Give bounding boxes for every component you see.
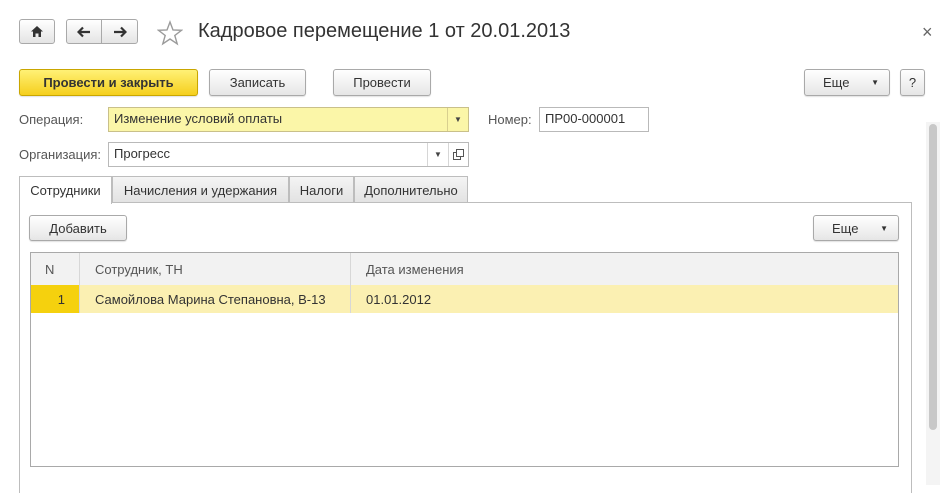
organization-open-button[interactable] (448, 143, 468, 166)
organization-label: Организация: (19, 147, 102, 162)
organization-value: Прогресс (114, 146, 171, 161)
column-header-employee[interactable]: Сотрудник, ТН (79, 253, 350, 285)
star-icon (156, 20, 184, 46)
chevron-down-icon: ▼ (434, 150, 442, 159)
arrow-left-icon (77, 26, 90, 37)
column-header-date[interactable]: Дата изменения (350, 253, 898, 285)
table-row[interactable]: 1 Самойлова Марина Степановна, В-13 01.0… (31, 285, 898, 313)
operation-label: Операция: (19, 112, 84, 127)
table-header: N Сотрудник, ТН Дата изменения (31, 253, 898, 286)
number-field[interactable]: ПР00-000001 (539, 107, 649, 132)
tab-accruals[interactable]: Начисления и удержания (112, 176, 289, 203)
page-title: Кадровое перемещение 1 от 20.01.2013 (198, 20, 571, 42)
column-divider (79, 253, 80, 313)
home-button[interactable] (19, 19, 55, 44)
number-label: Номер: (488, 112, 532, 127)
tab-employees[interactable]: Сотрудники (19, 176, 112, 204)
tab-taxes[interactable]: Налоги (289, 176, 354, 203)
post-and-close-button[interactable]: Провести и закрыть (19, 69, 198, 96)
organization-field[interactable]: Прогресс ▼ (108, 142, 469, 167)
row-number: 1 (31, 285, 79, 313)
open-window-icon (453, 149, 464, 160)
chevron-down-icon: ▼ (880, 224, 888, 233)
scrollbar-thumb[interactable] (929, 124, 937, 430)
organization-dropdown-button[interactable]: ▼ (427, 143, 448, 166)
more-menu-button[interactable]: Еще ▼ (804, 69, 890, 96)
more-menu-label: Еще (823, 75, 850, 90)
post-button[interactable]: Провести (333, 69, 431, 96)
arrow-right-icon (113, 26, 127, 37)
add-employee-button[interactable]: Добавить (29, 215, 127, 241)
column-divider (350, 253, 351, 313)
row-employee: Самойлова Марина Степановна, В-13 (95, 291, 326, 307)
operation-field[interactable]: Изменение условий оплаты ▼ (108, 107, 469, 132)
column-header-n[interactable]: N (31, 253, 79, 285)
chevron-down-icon: ▼ (871, 78, 879, 87)
forward-button[interactable] (101, 19, 138, 44)
back-button[interactable] (66, 19, 102, 44)
tab-additional[interactable]: Дополнительно (354, 176, 468, 203)
home-icon (31, 26, 43, 37)
operation-value: Изменение условий оплаты (114, 111, 283, 126)
row-date: 01.01.2012 (366, 291, 432, 307)
table-more-button[interactable]: Еще ▼ (813, 215, 899, 241)
favorite-button[interactable] (156, 20, 184, 46)
operation-dropdown-button[interactable]: ▼ (447, 108, 468, 131)
help-button[interactable]: ? (900, 69, 925, 96)
chevron-down-icon: ▼ (454, 115, 462, 124)
save-button[interactable]: Записать (209, 69, 306, 96)
employees-table[interactable]: N Сотрудник, ТН Дата изменения 1 Самойло… (30, 252, 899, 467)
table-more-label: Еще (832, 220, 859, 236)
close-icon[interactable]: × (922, 22, 933, 43)
